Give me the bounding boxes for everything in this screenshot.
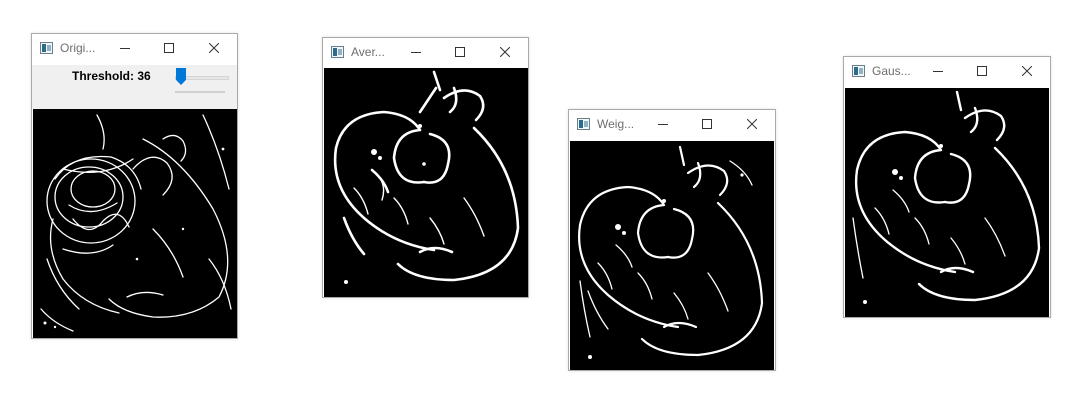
minimize-icon <box>411 52 421 53</box>
edge-image-average <box>324 68 528 297</box>
app-icon <box>331 46 344 58</box>
weighted-window: Weig... <box>568 109 776 371</box>
maximize-button[interactable] <box>684 110 730 138</box>
maximize-icon <box>977 66 987 76</box>
minimize-icon <box>658 124 668 125</box>
close-icon <box>747 119 757 129</box>
minimize-button[interactable] <box>640 110 686 138</box>
edge-image-gaussian <box>845 88 1049 317</box>
maximize-button[interactable] <box>959 57 1005 85</box>
close-icon <box>209 43 219 53</box>
original-window: Origi... Threshold: 36 <box>31 33 238 339</box>
average-window: Aver... <box>322 37 529 298</box>
maximize-icon <box>164 43 174 53</box>
gaussian-window: Gaus... <box>843 56 1051 318</box>
close-icon <box>500 47 510 57</box>
window-title: Gaus... <box>872 64 911 78</box>
trackbar-panel: Threshold: 36 <box>32 65 237 109</box>
maximize-button[interactable] <box>437 38 483 66</box>
close-button[interactable] <box>191 34 237 62</box>
window-title: Origi... <box>60 41 96 55</box>
close-icon <box>1022 66 1032 76</box>
maximize-icon <box>702 119 712 129</box>
close-button[interactable] <box>1004 57 1050 85</box>
minimize-button[interactable] <box>915 57 961 85</box>
minimize-icon <box>120 48 130 49</box>
app-icon <box>40 42 53 54</box>
close-button[interactable] <box>482 38 528 66</box>
maximize-icon <box>455 47 465 57</box>
minimize-button[interactable] <box>102 34 148 62</box>
threshold-slider-thumb[interactable] <box>176 68 186 85</box>
maximize-button[interactable] <box>146 34 192 62</box>
app-icon <box>577 118 590 130</box>
app-icon <box>852 65 865 77</box>
window-title: Weig... <box>597 117 635 131</box>
window-title: Aver... <box>351 45 385 59</box>
minimize-button[interactable] <box>393 38 439 66</box>
edge-image-weighted <box>570 141 774 370</box>
close-button[interactable] <box>729 110 775 138</box>
minimize-icon <box>933 71 943 72</box>
threshold-label: Threshold: 36 <box>72 69 151 83</box>
edge-image-original <box>33 109 237 338</box>
slider-base-line <box>175 91 225 93</box>
